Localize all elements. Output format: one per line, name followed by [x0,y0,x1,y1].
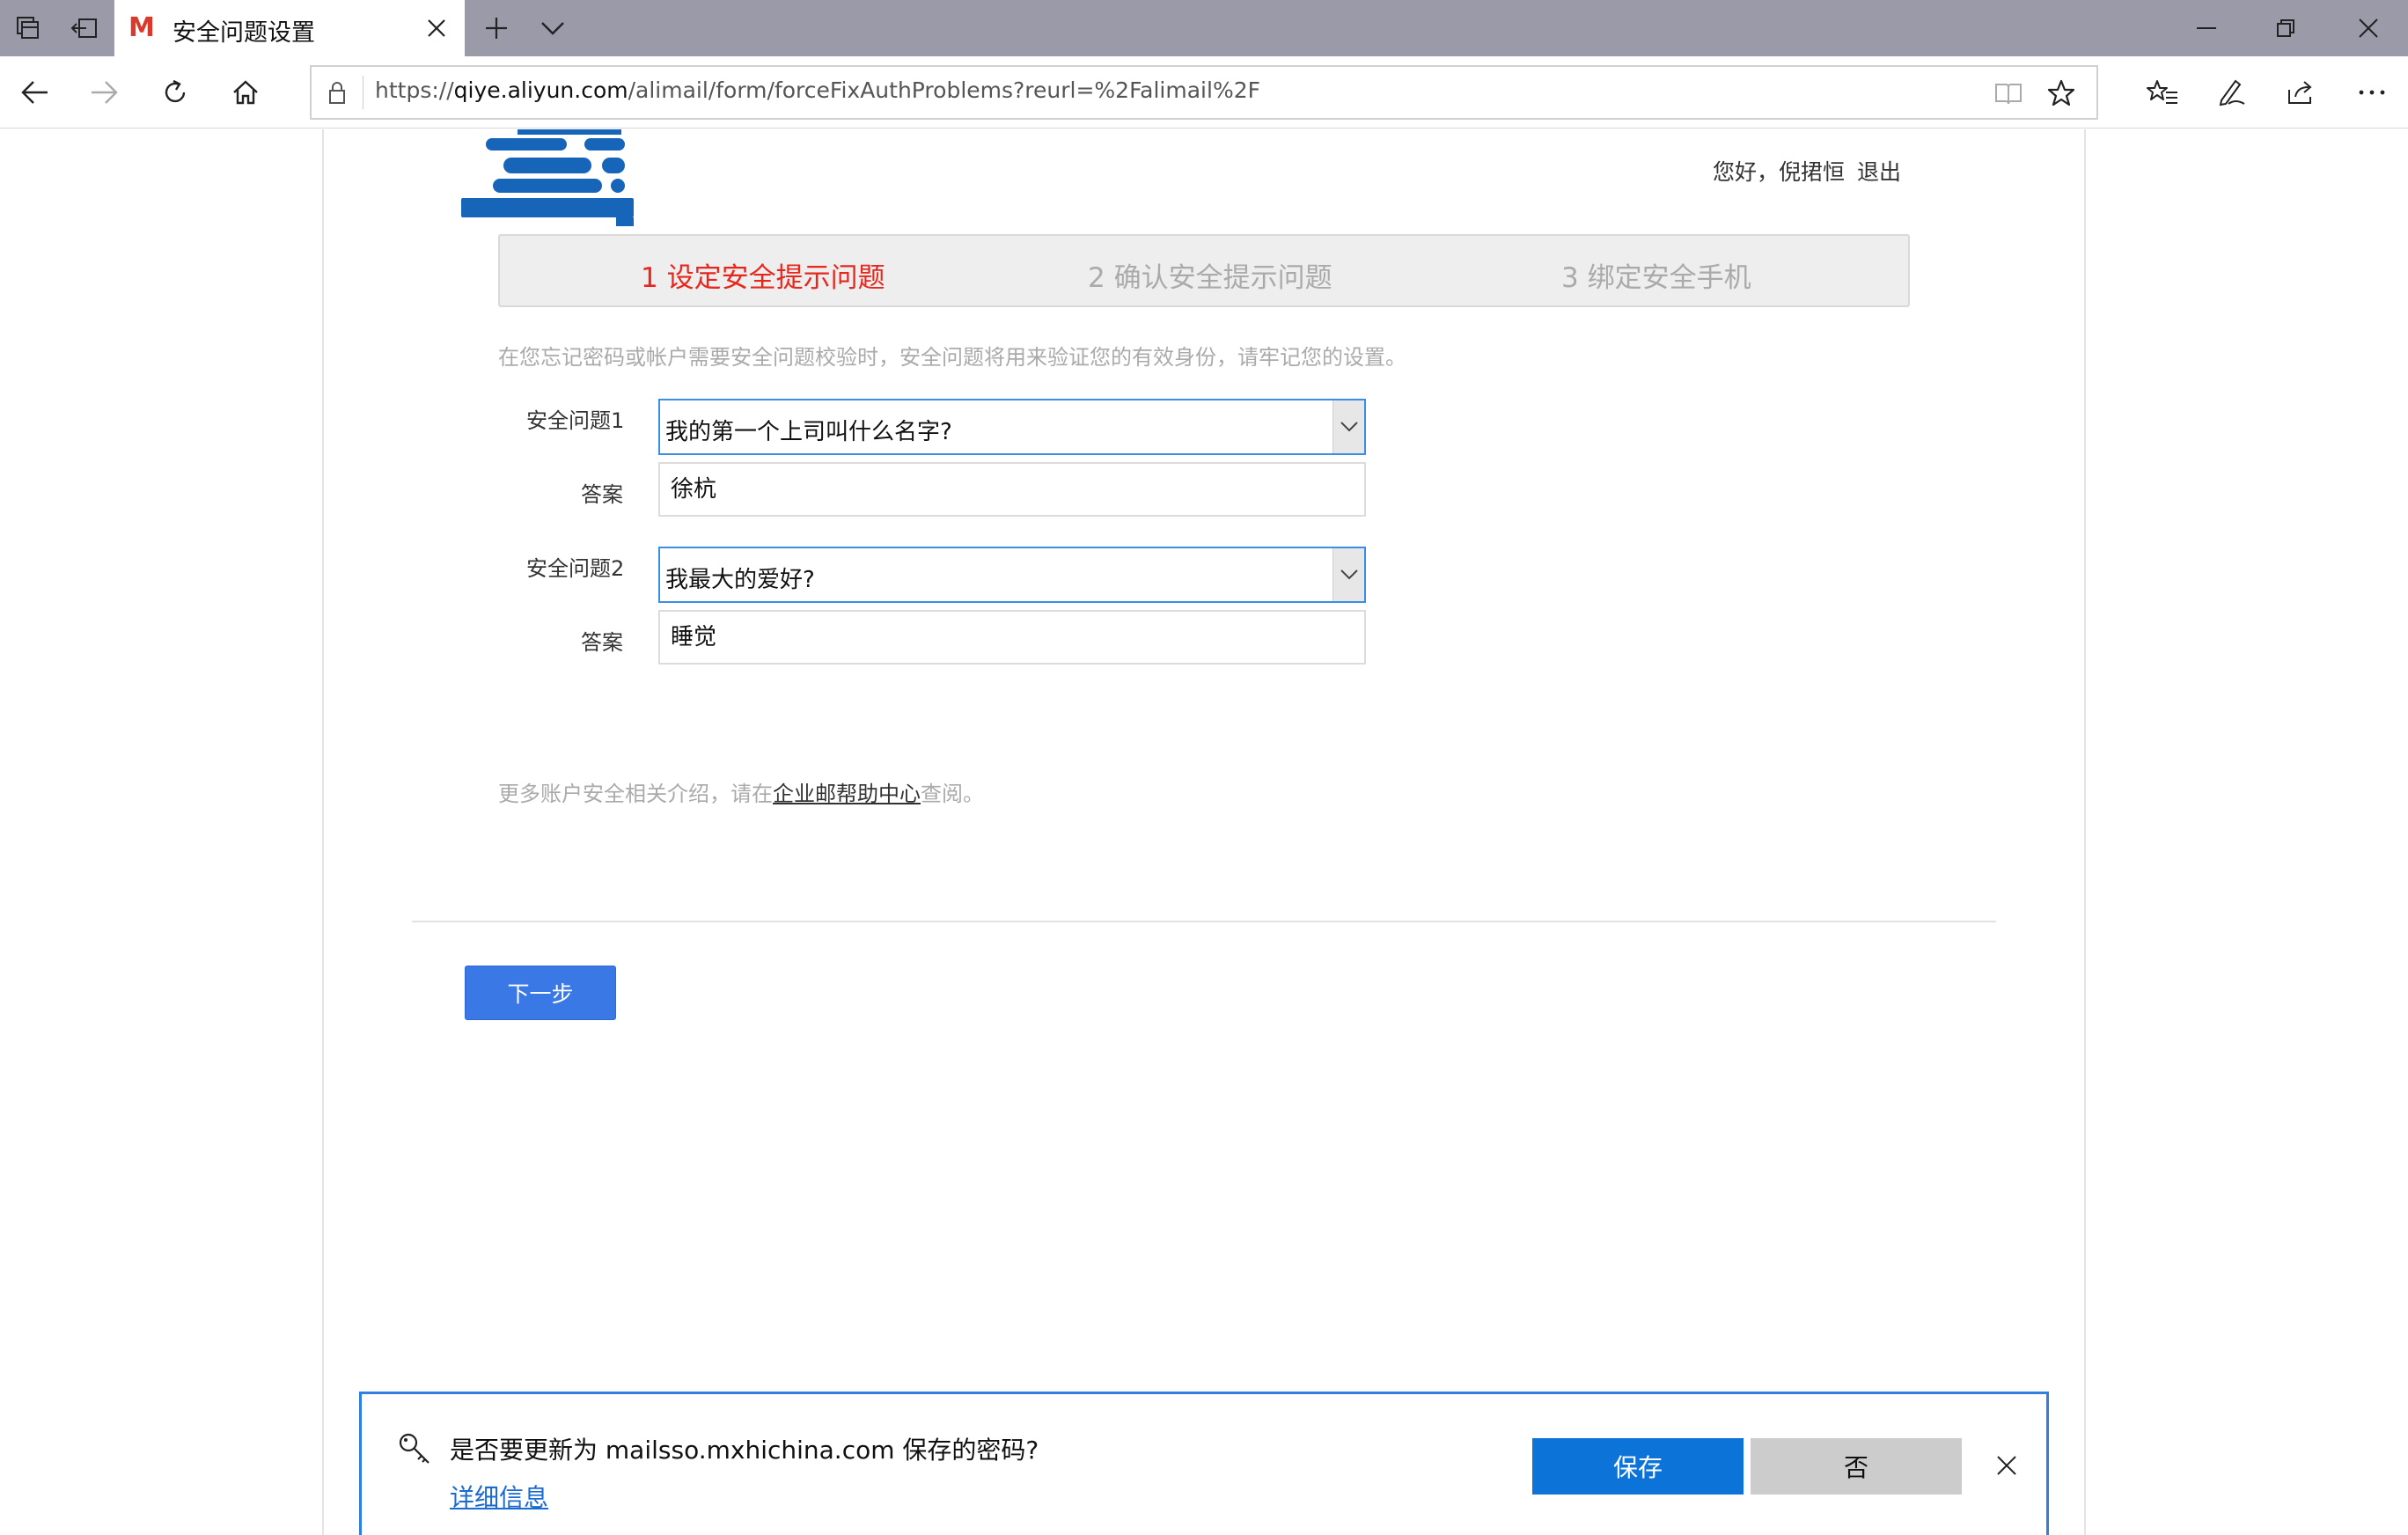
back-arrow-icon [19,79,49,106]
refresh-button[interactable] [148,65,202,120]
share-button[interactable] [2274,65,2329,120]
question-2-label: 安全问题2 [526,556,625,581]
set-aside-icon [70,15,99,41]
answer-1-label: 答案 [581,482,623,507]
refresh-icon [161,78,189,106]
password-prompt-message: 是否要更新为 mailsso.mxhichina.com 保存的密码? [450,1436,1039,1465]
step-1: 1 设定安全提示问题 [641,262,885,294]
decline-button[interactable]: 否 [1751,1438,1962,1495]
close-icon [1997,1456,2016,1475]
tab-close-button[interactable] [421,12,452,44]
answer-2-label: 答案 [581,630,623,655]
set-aside-tabs-button[interactable] [56,0,113,56]
lock-icon[interactable] [324,79,350,106]
plus-icon [484,16,509,40]
restore-button[interactable] [2246,0,2325,56]
question-2-value: 我最大的爱好? [665,567,815,593]
alimail-logo [461,129,634,226]
restore-icon [2276,18,2295,38]
browser-nav-bar: https://qiye.aliyun.com/alimail/form/for… [0,56,2408,129]
new-tab-button[interactable] [468,0,525,56]
favorites-hub-button[interactable] [2135,65,2190,120]
password-update-prompt: 是否要更新为 mailsso.mxhichina.com 保存的密码? 详细信息… [359,1392,2049,1535]
next-step-button[interactable]: 下一步 [465,966,616,1020]
window-close-button[interactable] [2329,0,2408,56]
help-prefix: 更多账户安全相关介绍，请在 [498,782,773,806]
divider [412,921,1996,922]
tab-manager-button[interactable] [0,0,56,56]
favorites-list-icon [2147,78,2178,106]
close-icon [428,19,445,37]
alimail-favicon-icon: M [128,12,155,43]
url-prefix: https:// [375,77,454,103]
notes-button[interactable] [2204,65,2258,120]
more-icon [2359,89,2385,96]
help-text: 更多账户安全相关介绍，请在企业邮帮助中心查阅。 [498,776,984,807]
forward-button[interactable] [77,65,132,120]
chevron-down-icon [1340,422,1358,432]
reading-view-button[interactable] [1991,76,2026,111]
step-progress-bar: 1 设定安全提示问题 2 确认安全提示问题 3 绑定安全手机 [498,234,1910,307]
step-2: 2 确认安全提示问题 [1088,262,1332,294]
question-1-value: 我的第一个上司叫什么名字? [665,419,952,445]
details-link[interactable]: 详细信息 [450,1479,548,1514]
back-button[interactable] [7,65,62,120]
question-1-select[interactable]: 我的第一个上司叫什么名字? [658,399,1366,455]
url-host: qiye.aliyun.com [453,77,628,103]
url-path: /alimail/form/forceFixAuthProblems?reurl… [628,77,1260,103]
help-center-link[interactable]: 企业邮帮助中心 [773,782,921,806]
tab-security-question[interactable]: M 安全问题设置 [114,0,465,56]
minimize-icon [2197,26,2216,30]
save-password-button[interactable]: 保存 [1532,1438,1744,1495]
more-button[interactable] [2345,65,2399,120]
tab-list-button[interactable] [525,0,581,56]
logout-link[interactable]: 退出 [1857,155,1901,187]
close-icon [2359,18,2378,38]
user-greeting: 您好，倪捃恒 [1713,159,1846,185]
star-icon [2047,79,2075,106]
home-button[interactable] [218,65,273,120]
help-suffix: 查阅。 [921,782,984,806]
answer-1-input[interactable]: 徐杭 [658,462,1366,517]
question-1-label: 安全问题1 [526,408,625,433]
url-text[interactable]: https://qiye.aliyun.com/alimail/form/for… [375,77,1260,103]
key-icon [397,1431,432,1466]
chevron-down-icon [1340,569,1358,580]
book-icon [1995,84,2022,105]
question-2-select[interactable]: 我最大的爱好? [658,547,1366,603]
answer-2-input[interactable]: 睡觉 [658,610,1366,665]
step-3: 3 绑定安全手机 [1561,262,1751,294]
tabs-icon [15,15,41,41]
dropdown-arrow[interactable] [1332,400,1364,453]
dropdown-arrow[interactable] [1332,548,1364,601]
chevron-down-icon [540,20,565,36]
browser-title-bar: M 安全问题设置 [0,0,2408,56]
home-icon [231,78,260,106]
share-icon [2287,79,2316,106]
tab-title: 安全问题设置 [173,19,315,47]
address-bar[interactable]: https://qiye.aliyun.com/alimail/form/for… [310,65,2098,120]
minimize-button[interactable] [2167,0,2246,56]
forward-arrow-icon [90,79,120,106]
pen-icon [2216,77,2246,107]
intro-text: 在您忘记密码或帐户需要安全问题校验时，安全问题将用来验证您的有效身份，请牢记您的… [498,345,1406,370]
prompt-close-button[interactable] [1992,1451,2022,1480]
add-favorite-button[interactable] [2044,76,2079,111]
